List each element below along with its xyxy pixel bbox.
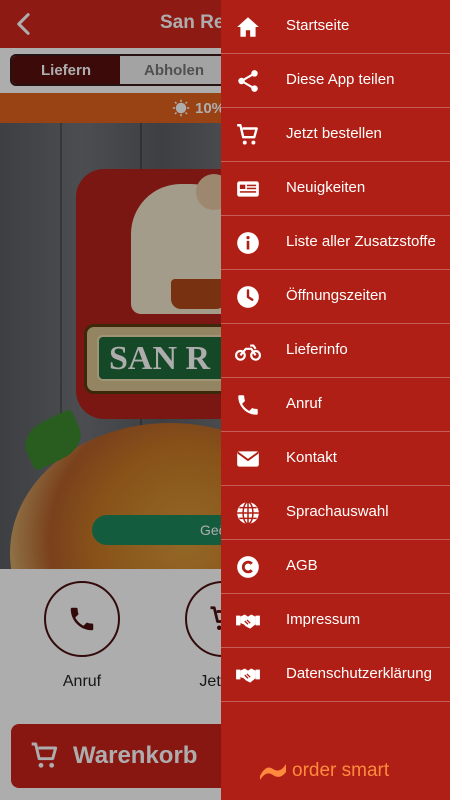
menu-label: Kontakt xyxy=(286,449,337,466)
menu-item-news[interactable]: Neuigkeiten xyxy=(221,162,450,216)
menu-item-privacy[interactable]: Datenschutzerklärung xyxy=(221,648,450,702)
newspaper-icon xyxy=(237,181,259,197)
order-smart-logo: order smart xyxy=(258,760,389,782)
menu-item-additives[interactable]: Liste aller Zusatzstoffe xyxy=(221,216,450,270)
envelope-icon xyxy=(237,451,259,467)
handshake-icon xyxy=(236,614,260,629)
menu-item-delivery-info[interactable]: Lieferinfo xyxy=(221,324,450,378)
menu-label: Sprachauswahl xyxy=(286,503,389,520)
menu-item-language[interactable]: Sprachauswahl xyxy=(221,486,450,540)
menu-label: Neuigkeiten xyxy=(286,179,366,196)
handshake-icon xyxy=(236,668,260,683)
menu-label: Datenschutzerklärung xyxy=(286,665,432,682)
menu-item-agb[interactable]: AGB xyxy=(221,540,450,594)
menu-label: Lieferinfo xyxy=(286,341,348,358)
side-menu: Startseite Diese App teilen Jetzt bestel… xyxy=(221,0,450,800)
order-smart-text: order smart xyxy=(292,760,390,781)
menu-item-contact[interactable]: Kontakt xyxy=(221,432,450,486)
globe-icon xyxy=(237,501,259,525)
menu-label: Diese App teilen xyxy=(286,71,395,88)
menu-item-startseite[interactable]: Startseite xyxy=(221,0,450,54)
menu-label: AGB xyxy=(286,557,318,574)
menu-item-impressum[interactable]: Impressum xyxy=(221,594,450,648)
menu-item-opening-hours[interactable]: Öffnungszeiten xyxy=(221,270,450,324)
menu-label: Öffnungszeiten xyxy=(286,287,387,304)
menu-label: Liste aller Zusatzstoffe xyxy=(286,233,436,250)
share-icon xyxy=(238,70,258,92)
menu-item-order[interactable]: Jetzt bestellen xyxy=(221,108,450,162)
phone-icon xyxy=(238,395,258,415)
menu-label: Jetzt bestellen xyxy=(286,125,382,142)
menu-item-share[interactable]: Diese App teilen xyxy=(221,54,450,108)
order-smart-logo-icon xyxy=(260,764,286,780)
copyright-icon xyxy=(237,556,259,578)
menu-item-call[interactable]: Anruf xyxy=(221,378,450,432)
cart-icon xyxy=(237,124,258,145)
menu-label: Impressum xyxy=(286,611,361,628)
motorcycle-icon xyxy=(235,344,261,361)
clock-icon xyxy=(237,286,259,308)
menu-label: Anruf xyxy=(286,395,322,412)
home-icon xyxy=(237,17,259,37)
info-icon xyxy=(237,232,259,254)
menu-label: Startseite xyxy=(286,17,350,34)
